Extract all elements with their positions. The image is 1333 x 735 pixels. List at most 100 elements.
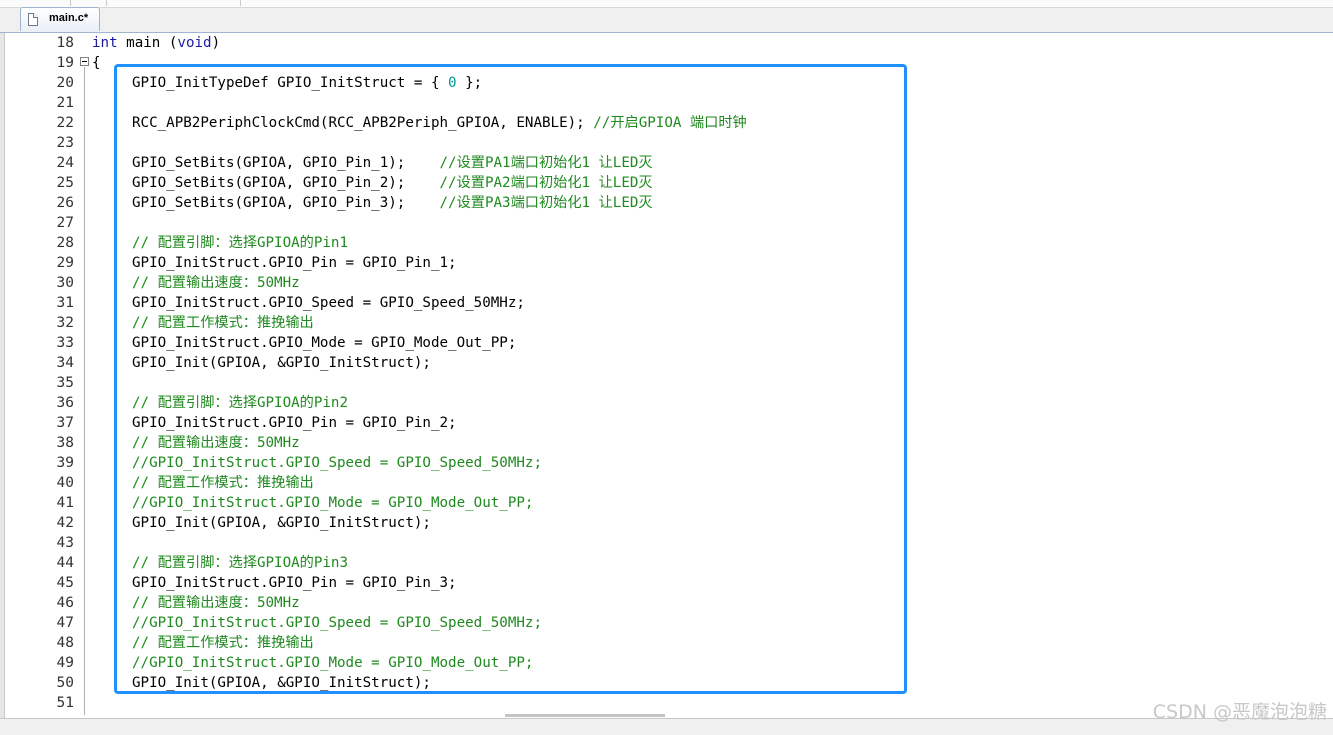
- code-comment: // 配置输出速度：50MHz: [132, 435, 300, 451]
- line-number: 29: [56, 255, 74, 271]
- file-icon: [28, 13, 38, 26]
- code-comment: // 配置输出速度：50MHz: [132, 595, 300, 611]
- code-line: 43: [0, 533, 1333, 553]
- tab-main-c[interactable]: main.c*: [20, 7, 100, 31]
- code-line: 27: [0, 213, 1333, 233]
- line-number: 36: [56, 395, 74, 411]
- code-text: //GPIO_InitStruct.GPIO_Mode = GPIO_Mode_…: [132, 493, 533, 513]
- horizontal-scrollbar[interactable]: [0, 718, 1333, 735]
- code-text: RCC_APB2PeriphClockCmd(RCC_APB2Periph_GP…: [132, 113, 747, 133]
- code-line: 37 GPIO_InitStruct.GPIO_Pin = GPIO_Pin_2;: [0, 413, 1333, 433]
- line-number: 26: [56, 195, 74, 211]
- code-text: GPIO_SetBits(GPIOA, GPIO_Pin_1); //设置PA1…: [132, 153, 653, 173]
- code-line: 36 // 配置引脚：选择GPIOA的Pin2: [0, 393, 1333, 413]
- line-number: 18: [56, 35, 74, 51]
- code-comment: //GPIO_InitStruct.GPIO_Speed = GPIO_Spee…: [132, 615, 542, 631]
- code-text: int main (void): [92, 33, 220, 53]
- line-number: 19: [56, 55, 74, 71]
- line-number: 47: [56, 615, 74, 631]
- code-comment: //开启GPIOA 端口时钟: [593, 115, 747, 131]
- line-number: 30: [56, 275, 74, 291]
- code-line: 35: [0, 373, 1333, 393]
- code-text: GPIO_InitTypeDef GPIO_InitStruct = { 0 }…: [132, 73, 482, 93]
- code-token: GPIO_InitStruct.GPIO_Pin = GPIO_Pin_1;: [132, 255, 457, 271]
- line-number: 25: [56, 175, 74, 191]
- code-token: GPIO_SetBits(GPIOA, GPIO_Pin_1);: [132, 155, 440, 171]
- toolbar-segment: [71, 0, 107, 6]
- code-line: 25 GPIO_SetBits(GPIOA, GPIO_Pin_2); //设置P…: [0, 173, 1333, 193]
- code-text: GPIO_InitStruct.GPIO_Mode = GPIO_Mode_Ou…: [132, 333, 516, 353]
- code-token: GPIO_Init(GPIOA, &GPIO_InitStruct);: [132, 675, 431, 691]
- code-comment: //设置PA1端口初始化1 让LED灭: [439, 155, 653, 171]
- code-line: 23: [0, 133, 1333, 153]
- code-comment: //设置PA2端口初始化1 让LED灭: [439, 175, 653, 191]
- code-line: 39 //GPIO_InitStruct.GPIO_Speed = GPIO_Sp…: [0, 453, 1333, 473]
- code-text: GPIO_Init(GPIOA, &GPIO_InitStruct);: [132, 353, 431, 373]
- code-line: 46 // 配置输出速度：50MHz: [0, 593, 1333, 613]
- code-line: 26 GPIO_SetBits(GPIOA, GPIO_Pin_3); //设置P…: [0, 193, 1333, 213]
- code-line: 29 GPIO_InitStruct.GPIO_Pin = GPIO_Pin_1;: [0, 253, 1333, 273]
- code-comment: // 配置引脚：选择GPIOA的Pin2: [132, 395, 348, 411]
- code-keyword: void: [177, 35, 212, 51]
- top-toolbar-strip: [0, 0, 1333, 8]
- code-text: //GPIO_InitStruct.GPIO_Speed = GPIO_Spee…: [132, 613, 542, 633]
- line-number: 35: [56, 375, 74, 391]
- code-line: 45 GPIO_InitStruct.GPIO_Pin = GPIO_Pin_3;: [0, 573, 1333, 593]
- code-line: 38 // 配置输出速度：50MHz: [0, 433, 1333, 453]
- line-number: 31: [56, 295, 74, 311]
- code-comment: // 配置引脚：选择GPIOA的Pin1: [132, 235, 348, 251]
- line-number: 49: [56, 655, 74, 671]
- code-line: 47 //GPIO_InitStruct.GPIO_Speed = GPIO_Sp…: [0, 613, 1333, 633]
- code-comment: // 配置工作模式：推挽输出: [132, 315, 314, 331]
- line-number: 33: [56, 335, 74, 351]
- line-number: 37: [56, 415, 74, 431]
- code-token: GPIO_SetBits(GPIOA, GPIO_Pin_2);: [132, 175, 440, 191]
- code-text: // 配置工作模式：推挽输出: [132, 473, 314, 493]
- code-line: 31 GPIO_InitStruct.GPIO_Speed = GPIO_Spee…: [0, 293, 1333, 313]
- code-comment: // 配置工作模式：推挽输出: [132, 635, 314, 651]
- code-text: // 配置工作模式：推挽输出: [132, 313, 314, 333]
- code-comment: // 配置引脚：选择GPIOA的Pin3: [132, 555, 348, 571]
- code-text: // 配置引脚：选择GPIOA的Pin2: [132, 393, 348, 413]
- code-line: 20 GPIO_InitTypeDef GPIO_InitStruct = { 0…: [0, 73, 1333, 93]
- code-line: 34 GPIO_Init(GPIOA, &GPIO_InitStruct);: [0, 353, 1333, 373]
- line-number: 20: [56, 75, 74, 91]
- code-text: GPIO_InitStruct.GPIO_Pin = GPIO_Pin_1;: [132, 253, 457, 273]
- code-text: GPIO_InitStruct.GPIO_Pin = GPIO_Pin_3;: [132, 573, 457, 593]
- line-number: 48: [56, 635, 74, 651]
- code-line: 44 // 配置引脚：选择GPIOA的Pin3: [0, 553, 1333, 573]
- line-number: 50: [56, 675, 74, 691]
- code-editor[interactable]: 18 int main (void) 19 {20 GPIO_InitTypeDef G…: [0, 33, 1333, 719]
- code-line: 19 {: [0, 53, 1333, 73]
- code-text: // 配置输出速度：50MHz: [132, 273, 300, 293]
- code-token: GPIO_SetBits(GPIOA, GPIO_Pin_3);: [132, 195, 440, 211]
- code-line: 42 GPIO_Init(GPIOA, &GPIO_InitStruct);: [0, 513, 1333, 533]
- code-token: GPIO_InitStruct.GPIO_Speed = GPIO_Speed_…: [132, 295, 525, 311]
- code-token: GPIO_Init(GPIOA, &GPIO_InitStruct);: [132, 515, 431, 531]
- line-number: 51: [56, 695, 74, 711]
- code-text: // 配置输出速度：50MHz: [132, 433, 300, 453]
- code-number: 0: [448, 75, 457, 91]
- line-number: 22: [56, 115, 74, 131]
- line-number: 24: [56, 155, 74, 171]
- cropped-text-fragment: [505, 712, 685, 718]
- line-number: 45: [56, 575, 74, 591]
- line-number: 38: [56, 435, 74, 451]
- code-line: 41 //GPIO_InitStruct.GPIO_Mode = GPIO_Mod…: [0, 493, 1333, 513]
- code-line: 24 GPIO_SetBits(GPIOA, GPIO_Pin_1); //设置P…: [0, 153, 1333, 173]
- code-text: GPIO_Init(GPIOA, &GPIO_InitStruct);: [132, 513, 431, 533]
- code-line: 33 GPIO_InitStruct.GPIO_Mode = GPIO_Mode_…: [0, 333, 1333, 353]
- line-number: 32: [56, 315, 74, 331]
- code-text: //GPIO_InitStruct.GPIO_Mode = GPIO_Mode_…: [132, 653, 533, 673]
- line-number: 23: [56, 135, 74, 151]
- editor-tab-bar: main.c*: [0, 0, 1333, 33]
- code-text: // 配置输出速度：50MHz: [132, 593, 300, 613]
- code-line: 28 // 配置引脚：选择GPIOA的Pin1: [0, 233, 1333, 253]
- code-text: GPIO_Init(GPIOA, &GPIO_InitStruct);: [132, 673, 431, 693]
- code-comment: // 配置输出速度：50MHz: [132, 275, 300, 291]
- code-line: 48 // 配置工作模式：推挽输出: [0, 633, 1333, 653]
- line-number: 46: [56, 595, 74, 611]
- toolbar-segment: [0, 0, 71, 6]
- code-text: // 配置引脚：选择GPIOA的Pin3: [132, 553, 348, 573]
- code-token: {: [92, 55, 101, 71]
